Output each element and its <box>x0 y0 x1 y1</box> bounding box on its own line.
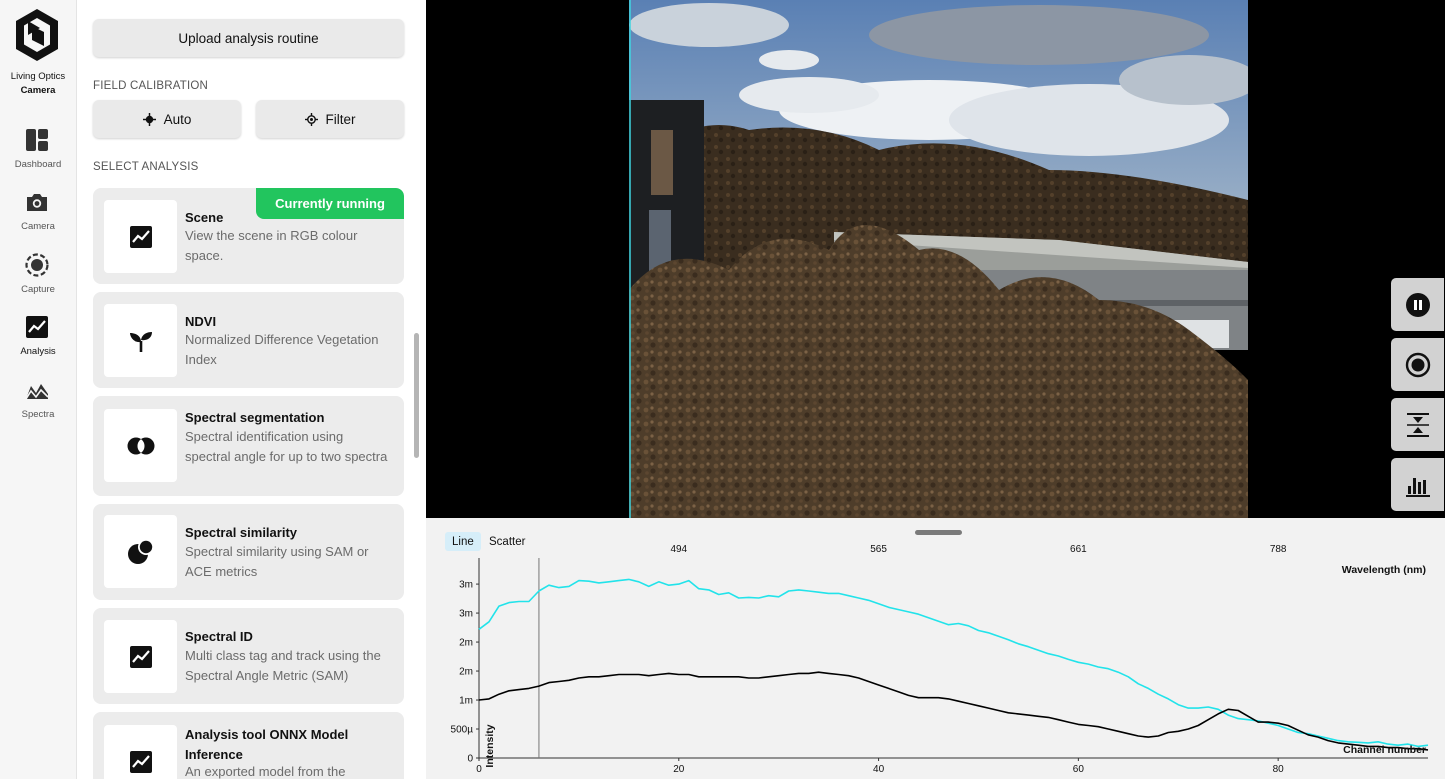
pause-button[interactable] <box>1391 278 1444 331</box>
record-button[interactable] <box>1391 338 1444 391</box>
histogram-icon <box>1405 477 1430 497</box>
upload-analysis-label: Upload analysis routine <box>178 30 319 46</box>
sprout-icon <box>129 331 152 352</box>
analysis-card-spectral-similarity[interactable]: Spectral similarity Spectral similarity … <box>93 504 404 600</box>
dashboard-icon <box>26 129 48 151</box>
brand-name: Living Optics <box>10 71 66 82</box>
analysis-icon-box <box>104 200 177 273</box>
select-analysis-heading: SELECT ANALYSIS <box>93 161 199 173</box>
nav-item-analysis[interactable]: Analysis <box>0 315 76 371</box>
y-tick-label: 500µ <box>451 725 474 736</box>
analysis-icon-box <box>104 409 177 482</box>
two-circles-icon <box>127 538 154 564</box>
y-tick-label: 3m <box>459 580 473 591</box>
camera-icon <box>27 194 47 211</box>
y-axis-label: Intensity <box>484 724 496 767</box>
histogram-button[interactable] <box>1391 458 1444 511</box>
field-calibration-heading: FIELD CALIBRATION <box>93 80 209 92</box>
analysis-icon-box <box>104 725 177 779</box>
x-tick-label: 20 <box>673 764 685 775</box>
analysis-description: An exported model from the <box>185 764 346 779</box>
wavelength-tick-label: 565 <box>870 544 887 555</box>
compress-icon <box>1406 412 1429 437</box>
x-tick-label: 40 <box>873 764 885 775</box>
brand-product: Camera <box>20 85 56 96</box>
pause-icon <box>1405 292 1430 317</box>
wavelength-tick-label: 661 <box>1070 544 1087 555</box>
nav-rail: Living Optics Camera Dashboard Camera Ca… <box>0 0 77 779</box>
spectrum-chart-panel: Line Scatter 0 500µ 1m 2m 2m 3m 3m 0 20 40 60 80 494… <box>426 518 1445 779</box>
overlap-circles-icon <box>127 437 154 454</box>
nav-label-dashboard: Dashboard <box>14 159 62 170</box>
nav-item-spectra[interactable]: Spectra <box>0 378 76 434</box>
crosshair-icon <box>142 112 156 126</box>
analysis-title: Scene <box>185 210 224 225</box>
nav-item-capture[interactable]: Capture <box>0 253 76 309</box>
auto-label: Auto <box>163 111 192 127</box>
living-optics-logo <box>16 9 58 61</box>
analysis-description: Spectral similarity using SAM or ACE met… <box>185 544 369 579</box>
analysis-panel: Upload analysis routine FIELD CALIBRATIO… <box>78 0 426 779</box>
analysis-card-ndvi[interactable]: NDVI Normalized Difference Vegetation In… <box>93 292 404 388</box>
wavelength-tick-label: 788 <box>1270 544 1287 555</box>
y-tick-label: 0 <box>467 754 473 765</box>
record-icon <box>1405 352 1430 377</box>
analysis-icon-box <box>104 620 177 693</box>
auto-calibration-button[interactable]: Auto <box>93 100 241 138</box>
analysis-title: NDVI <box>185 314 217 329</box>
wavelength-tick-label: 494 <box>670 544 687 555</box>
analysis-title: Spectral ID <box>185 629 253 644</box>
analysis-title: Spectral similarity <box>185 525 297 540</box>
x2-axis-label: Wavelength (nm) <box>1342 564 1426 576</box>
line-chart-icon <box>129 645 152 668</box>
x-tick-label: 0 <box>476 764 482 775</box>
nav-label-capture: Capture <box>21 284 55 295</box>
x-tick-label: 60 <box>1073 764 1085 775</box>
analysis-title: Analysis tool ONNX Model Inference <box>185 727 349 762</box>
camera-viewer <box>426 0 1445 518</box>
analysis-title: Spectral segmentation <box>185 410 325 425</box>
line-chart-icon <box>129 750 152 773</box>
filter-calibration-button[interactable]: Filter <box>256 100 404 138</box>
spectrum-series-line-2 <box>478 671 1429 751</box>
analysis-icon-box <box>104 304 177 377</box>
spectrum-chart: 0 500µ 1m 2m 2m 3m 3m 0 20 40 60 80 494 565 661 788 Wave… <box>451 544 1429 775</box>
upload-analysis-button[interactable]: Upload analysis routine <box>93 19 404 57</box>
spectra-icon <box>25 384 49 400</box>
scene-image <box>629 0 1248 518</box>
capture-icon <box>25 253 49 277</box>
compress-button[interactable] <box>1391 398 1444 451</box>
nav-label-analysis: Analysis <box>20 346 56 357</box>
spectrum-series-line-1 <box>478 578 1429 748</box>
analysis-icon-box <box>104 515 177 588</box>
nav-label-camera: Camera <box>21 221 55 232</box>
analysis-description: Spectral identification using spectral a… <box>185 429 388 464</box>
y-tick-label: 2m <box>459 638 473 649</box>
analysis-card-scene[interactable]: Scene View the scene in RGB colour space… <box>93 188 404 284</box>
analysis-card-spectral-segmentation[interactable]: Spectral segmentation Spectral identific… <box>93 396 404 496</box>
analysis-description: Normalized Difference Vegetation Index <box>185 332 379 367</box>
analysis-card-onnx-inference[interactable]: Analysis tool ONNX Model Inference An ex… <box>93 712 404 779</box>
analysis-card-spectral-id[interactable]: Spectral ID Multi class tag and track us… <box>93 608 404 704</box>
y-tick-label: 2m <box>459 667 473 678</box>
analysis-description: View the scene in RGB colour space. <box>185 228 358 263</box>
y-tick-label: 3m <box>459 609 473 620</box>
currently-running-badge: Currently running <box>256 188 404 219</box>
x-axis-label: Channel number <box>1343 744 1426 756</box>
target-icon <box>304 112 318 126</box>
analysis-description: Multi class tag and track using the Spec… <box>185 648 381 683</box>
analysis-icon <box>26 316 48 338</box>
line-chart-icon <box>129 225 152 248</box>
nav-item-camera[interactable]: Camera <box>0 190 76 246</box>
filter-label: Filter <box>325 111 356 127</box>
panel-scrollbar[interactable] <box>414 333 419 458</box>
x-tick-label: 80 <box>1273 764 1285 775</box>
nav-item-dashboard[interactable]: Dashboard <box>0 128 76 184</box>
y-tick-label: 1m <box>459 696 473 707</box>
nav-label-spectra: Spectra <box>21 409 55 420</box>
